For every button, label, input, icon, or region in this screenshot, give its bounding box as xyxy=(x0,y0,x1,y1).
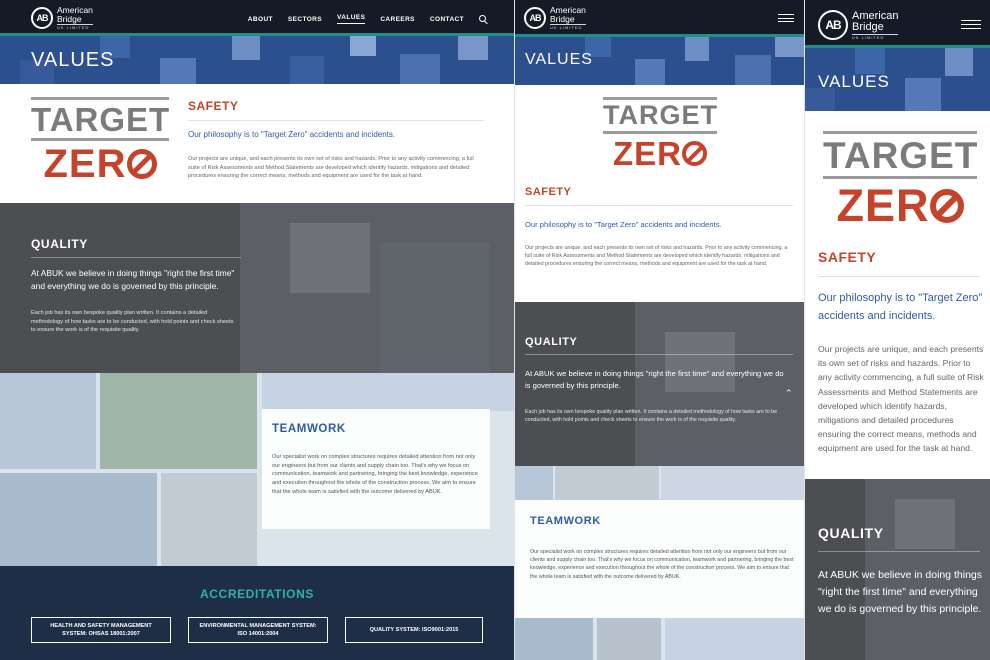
page-title: VALUES xyxy=(818,72,890,91)
target-zero-logo: TARGET ZER xyxy=(823,131,977,228)
teamwork-body: Our specialist work on complex structure… xyxy=(530,549,794,580)
safety-heading: SAFETY xyxy=(525,186,572,198)
quality-body: Each job has its own bespoke quality pla… xyxy=(31,310,234,334)
nav-item-sectors[interactable]: SECTORS xyxy=(288,16,322,23)
nav-item-careers[interactable]: CAREERS xyxy=(380,16,415,23)
quality-body: Each job has its own bespoke quality pla… xyxy=(525,409,778,424)
nav-item-contact[interactable]: CONTACT xyxy=(430,16,464,23)
accreditation-badge: HEALTH AND SAFETY MANAGEMENT SYSTEM: OHS… xyxy=(31,617,171,643)
logo-text-line3: UK LIMITED xyxy=(57,24,93,30)
main-nav: ABOUT SECTORS VALUES CAREERS CONTACT xyxy=(248,14,488,24)
search-button[interactable] xyxy=(479,14,488,24)
quality-lead: At ABUK we believe in doing things "righ… xyxy=(31,268,235,292)
hero-banner: VALUES xyxy=(0,36,514,84)
safety-heading: SAFETY xyxy=(818,249,877,265)
safety-lead: Our philosophy is to "Target Zero" accid… xyxy=(818,292,983,322)
quality-lead: At ABUK we believe in doing things "righ… xyxy=(818,569,983,615)
teamwork-section: TEAMWORK Our specialist work on complex … xyxy=(515,466,804,660)
logo-text-line2: Bridge xyxy=(57,13,82,24)
hero-banner: VALUES xyxy=(805,48,990,111)
page-title: VALUES xyxy=(31,49,115,71)
safety-body: Our projects are unique, and each presen… xyxy=(525,245,788,268)
quality-heading: QUALITY xyxy=(525,336,578,348)
search-icon xyxy=(479,14,486,22)
quality-heading: QUALITY xyxy=(31,237,88,251)
mobile-view: AB American Bridge UK LIMITED VALUES TAR… xyxy=(804,0,990,660)
site-logo[interactable]: AB American Bridge UK LIMITED xyxy=(524,6,586,30)
safety-lead: Our philosophy is to "Target Zero" accid… xyxy=(525,220,722,229)
site-header: AB American Bridge UK LIMITED ABOUT SECT… xyxy=(0,0,514,36)
nav-item-values[interactable]: VALUES xyxy=(337,14,366,24)
safety-body: Our projects are unique, and each presen… xyxy=(188,156,474,180)
quality-heading: QUALITY xyxy=(818,525,884,541)
teamwork-heading: TEAMWORK xyxy=(530,515,601,527)
tablet-view: AB American Bridge UK LIMITED VALUES TAR… xyxy=(514,0,804,660)
safety-lead: Our philosophy is to "Target Zero" accid… xyxy=(188,130,396,139)
site-logo[interactable]: AB American Bridge UK LIMITED xyxy=(31,6,93,30)
quality-section: QUALITY At ABUK we believe in doing thin… xyxy=(805,479,990,660)
safety-heading: SAFETY xyxy=(188,99,239,113)
site-header: AB American Bridge UK LIMITED xyxy=(515,0,804,37)
page-title: VALUES xyxy=(525,51,593,68)
target-zero-logo: TARGET ZER xyxy=(603,97,717,170)
accreditation-badge: QUALITY SYSTEM: ISO9001:2015 xyxy=(345,617,483,643)
hero-banner: VALUES xyxy=(515,37,804,85)
target-zero-logo: TARGET ZER xyxy=(31,97,169,184)
hamburger-menu-icon[interactable] xyxy=(961,20,981,29)
nav-item-about[interactable]: ABOUT xyxy=(248,16,273,23)
quality-section: QUALITY At ABUK we believe in doing thin… xyxy=(515,302,804,466)
quality-lead: At ABUK we believe in doing things "righ… xyxy=(525,369,784,390)
quality-section: QUALITY At ABUK we believe in doing thin… xyxy=(0,203,514,373)
hamburger-menu-icon[interactable] xyxy=(778,14,794,22)
site-logo[interactable]: AB American Bridge UK LIMITED xyxy=(818,10,899,40)
desktop-view: AB American Bridge UK LIMITED ABOUT SECT… xyxy=(0,0,514,660)
logo-mark: AB xyxy=(31,7,53,29)
site-header: AB American Bridge UK LIMITED xyxy=(805,0,990,48)
accreditations-heading: ACCREDITATIONS xyxy=(200,587,314,601)
accreditations-section: ACCREDITATIONS HEALTH AND SAFETY MANAGEM… xyxy=(0,566,514,660)
chevron-up-icon[interactable]: ⌃ xyxy=(785,388,793,399)
safety-body: Our projects are unique, and each presen… xyxy=(818,344,984,454)
teamwork-body: Our specialist work on complex structure… xyxy=(272,454,478,495)
teamwork-heading: TEAMWORK xyxy=(272,423,346,435)
accreditation-badge: ENVIRONMENTAL MANAGEMENT SYSTEM: ISO 140… xyxy=(188,617,328,643)
teamwork-section: TEAMWORK Our specialist work on complex … xyxy=(0,373,514,566)
